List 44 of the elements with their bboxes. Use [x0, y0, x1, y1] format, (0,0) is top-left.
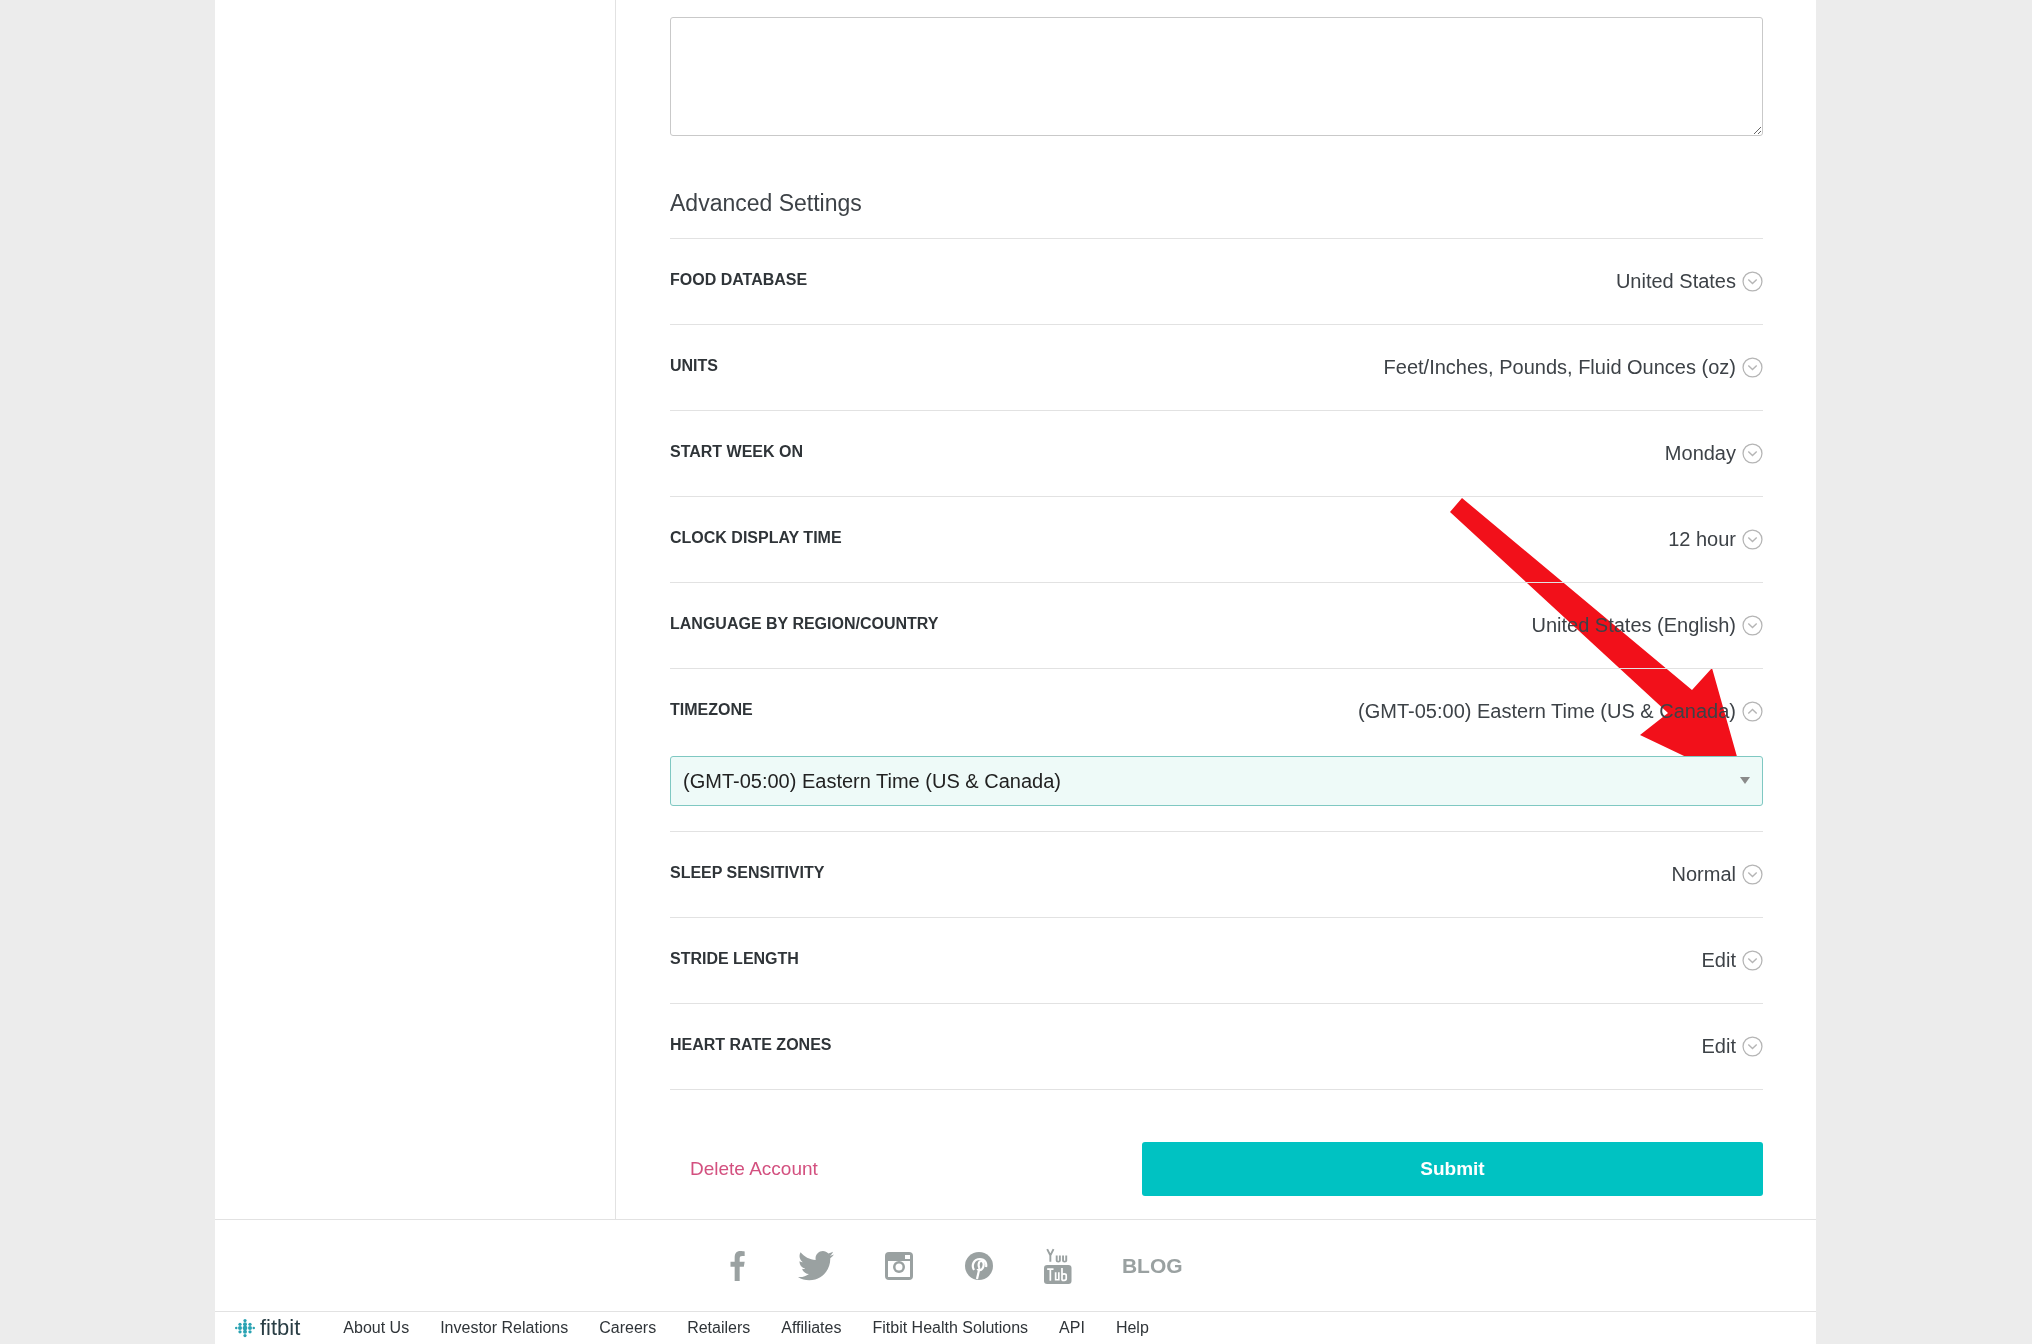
instagram-icon[interactable] — [884, 1250, 915, 1281]
youtube-icon[interactable] — [1044, 1247, 1072, 1284]
footer-link[interactable]: Careers — [599, 1319, 657, 1337]
setting-label: HEART RATE ZONES — [670, 1035, 832, 1054]
chevron-down-icon[interactable] — [1742, 529, 1763, 550]
setting-value[interactable]: United States — [1615, 270, 1736, 293]
setting-label: FOOD DATABASE — [670, 270, 808, 289]
dropdown-caret-icon[interactable] — [1740, 777, 1750, 785]
chevron-down-icon[interactable] — [1742, 357, 1763, 378]
chevron-down-icon[interactable] — [1742, 950, 1763, 971]
footer-link[interactable]: Investor Relations — [440, 1319, 569, 1337]
section-title: Advanced Settings — [670, 190, 863, 217]
setting-label: START WEEK ON — [670, 442, 804, 461]
setting-label: TIMEZONE — [670, 700, 753, 719]
setting-label: UNITS — [670, 356, 718, 375]
footer-link[interactable]: API — [1059, 1319, 1085, 1337]
setting-label: LANGUAGE BY REGION/COUNTRY — [670, 614, 939, 633]
chevron-down-icon[interactable] — [1742, 864, 1763, 885]
chevron-down-icon[interactable] — [1742, 271, 1763, 292]
footer-link[interactable]: Help — [1115, 1319, 1149, 1337]
pinterest-icon[interactable] — [964, 1250, 995, 1281]
logo-dots-icon — [235, 1318, 255, 1338]
chevron-up-icon[interactable] — [1742, 701, 1763, 722]
setting-value[interactable]: Monday — [1664, 442, 1736, 465]
setting-label: STRIDE LENGTH — [670, 949, 799, 968]
timezone-select[interactable]: (GMT-05:00) Eastern Time (US & Canada) — [670, 756, 1763, 806]
setting-value[interactable]: Edit — [1701, 1035, 1736, 1058]
logo-text[interactable]: fitbit — [260, 1315, 301, 1341]
delete-account-link[interactable]: Delete Account — [690, 1158, 818, 1180]
setting-label: CLOCK DISPLAY TIME — [670, 528, 842, 547]
setting-value[interactable]: Feet/Inches, Pounds, Fluid Ounces (oz) — [1383, 356, 1736, 379]
about-me-field[interactable] — [670, 17, 1763, 136]
chevron-down-icon[interactable] — [1742, 615, 1763, 636]
footer-link[interactable]: Fitbit Health Solutions — [872, 1319, 1029, 1337]
chevron-down-icon[interactable] — [1742, 443, 1763, 464]
setting-value[interactable]: Edit — [1701, 949, 1736, 972]
footer-link[interactable]: About Us — [343, 1319, 410, 1337]
setting-label: SLEEP SENSITIVITY — [670, 863, 825, 882]
twitter-icon[interactable] — [798, 1250, 835, 1281]
setting-value[interactable]: 12 hour — [1668, 528, 1736, 551]
chevron-down-icon[interactable] — [1742, 1036, 1763, 1057]
setting-value[interactable]: Normal — [1671, 863, 1736, 886]
footer-link[interactable]: Affiliates — [781, 1319, 842, 1337]
footer-link[interactable]: Retailers — [687, 1319, 751, 1337]
